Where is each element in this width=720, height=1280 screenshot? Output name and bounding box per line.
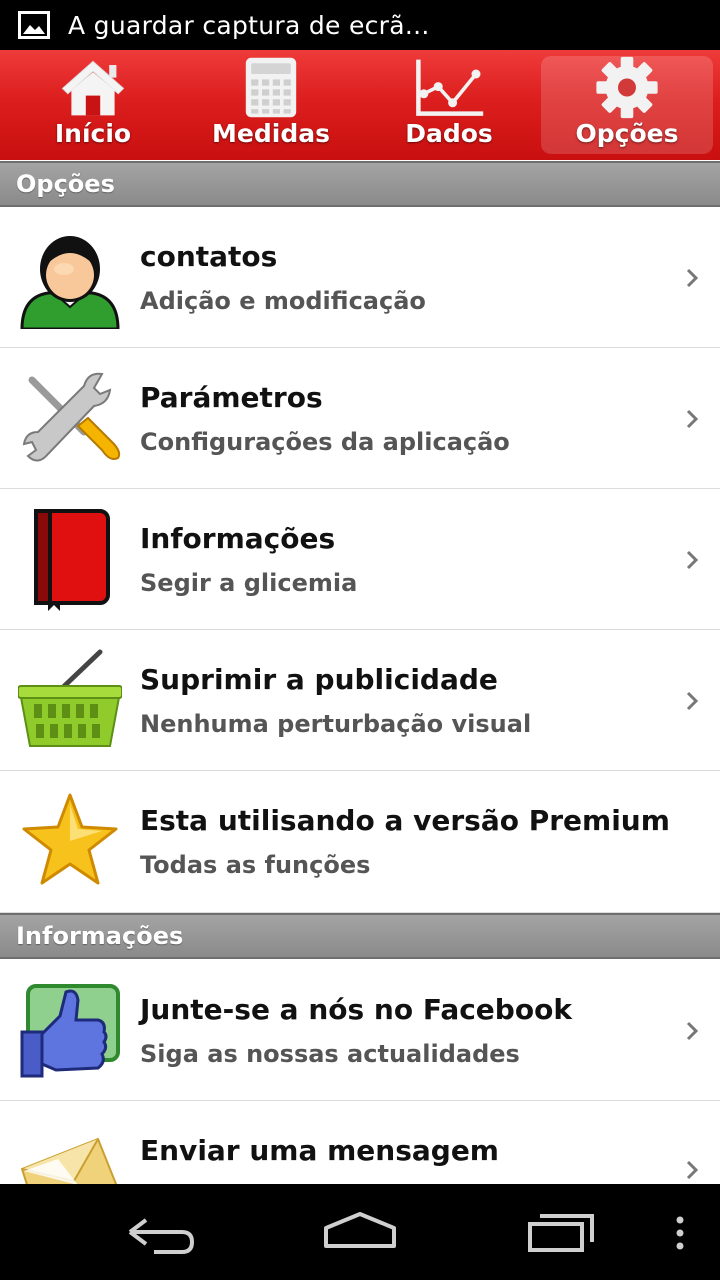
item-title: Esta utilisando a versão Premium bbox=[140, 804, 670, 837]
tools-icon bbox=[22, 372, 121, 462]
list-item-contacts[interactable]: contatos Adição e modificação bbox=[0, 207, 720, 348]
chevron-right-icon bbox=[686, 1021, 699, 1041]
section-header-options: Opções bbox=[0, 161, 720, 207]
overflow-menu-icon[interactable] bbox=[674, 1214, 686, 1254]
list-item-parameters[interactable]: Parámetros Configurações da aplicação bbox=[0, 348, 720, 489]
book-icon bbox=[34, 509, 110, 611]
chevron-right-icon bbox=[686, 268, 699, 288]
tab-opcoes[interactable]: Opções bbox=[541, 56, 713, 154]
gear-icon bbox=[596, 56, 658, 119]
item-subtitle: Todas as funções bbox=[140, 851, 371, 879]
item-title: contatos bbox=[140, 240, 278, 273]
item-title: Suprimir a publicidade bbox=[140, 663, 498, 696]
tab-label: Medidas bbox=[212, 119, 330, 148]
status-bar: A guardar captura de ecrã... bbox=[0, 0, 720, 50]
status-notification-text: A guardar captura de ecrã... bbox=[68, 10, 430, 40]
person-icon bbox=[20, 236, 120, 329]
section-header-info: Informações bbox=[0, 913, 720, 959]
chevron-right-icon bbox=[686, 550, 699, 570]
list-item-send-message[interactable]: Enviar uma mensagem bbox=[0, 1101, 720, 1184]
item-title: Enviar uma mensagem bbox=[140, 1134, 499, 1167]
system-navigation-bar bbox=[0, 1184, 720, 1280]
list-item-remove-ads[interactable]: Suprimir a publicidade Nenhuma perturbaç… bbox=[0, 630, 720, 771]
item-title: Parámetros bbox=[140, 381, 323, 414]
tab-inicio[interactable]: Início bbox=[7, 56, 179, 154]
back-icon[interactable] bbox=[124, 1206, 196, 1256]
item-subtitle: Segir a glicemia bbox=[140, 569, 358, 597]
tab-label: Opções bbox=[575, 119, 679, 148]
tab-label: Início bbox=[54, 119, 132, 148]
basket-icon bbox=[18, 649, 122, 747]
thumbs-up-icon bbox=[20, 984, 120, 1078]
tab-medidas[interactable]: Medidas bbox=[185, 56, 357, 154]
calculator-icon bbox=[245, 57, 297, 118]
tab-dados[interactable]: Dados bbox=[363, 56, 535, 154]
line-chart-icon bbox=[416, 59, 484, 116]
image-icon bbox=[18, 11, 50, 39]
envelope-icon bbox=[20, 1137, 118, 1184]
star-icon bbox=[22, 793, 118, 885]
item-subtitle: Siga as nossas actualidades bbox=[140, 1040, 520, 1068]
item-subtitle: Nenhuma perturbação visual bbox=[140, 710, 532, 738]
chevron-right-icon bbox=[686, 1160, 699, 1180]
tab-label: Dados bbox=[405, 119, 493, 148]
recent-apps-icon[interactable] bbox=[526, 1206, 598, 1256]
item-title: Junte-se a nós no Facebook bbox=[140, 993, 572, 1026]
chevron-right-icon bbox=[686, 409, 699, 429]
item-title: Informações bbox=[140, 522, 336, 555]
home-icon[interactable] bbox=[322, 1206, 398, 1256]
list-item-facebook[interactable]: Junte-se a nós no Facebook Siga as nossa… bbox=[0, 960, 720, 1101]
item-subtitle: Configurações da aplicação bbox=[140, 428, 510, 456]
list-item-premium[interactable]: Esta utilisando a versão Premium Todas a… bbox=[0, 771, 720, 913]
tab-bar: Início Medidas Dados Opções bbox=[0, 50, 720, 160]
house-icon bbox=[61, 60, 125, 116]
list-item-information[interactable]: Informações Segir a glicemia bbox=[0, 489, 720, 630]
item-subtitle: Adição e modificação bbox=[140, 287, 426, 315]
chevron-right-icon bbox=[686, 691, 699, 711]
